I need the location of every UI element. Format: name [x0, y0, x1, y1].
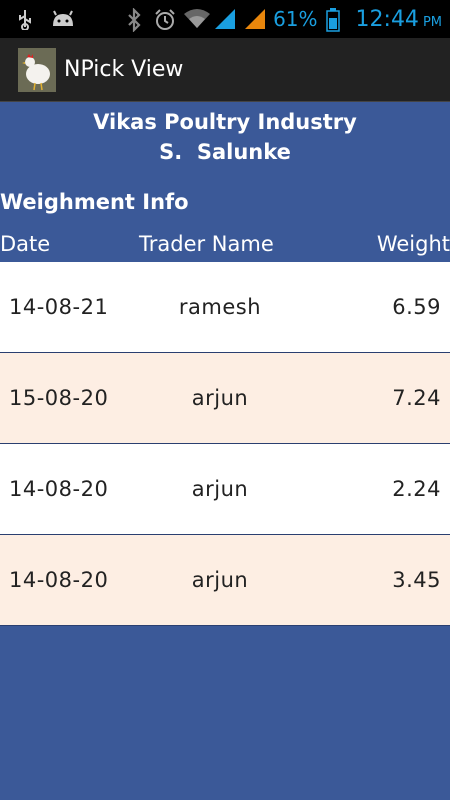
status-bar: 61% 12:44 PM: [0, 0, 450, 38]
cell-weight: 6.59: [392, 295, 441, 319]
clock-time: 12:44: [355, 6, 419, 32]
section-title: Weighment Info: [0, 190, 189, 214]
signal-icon: [213, 8, 236, 30]
column-header-date: Date: [0, 232, 51, 256]
cell-weight: 2.24: [392, 477, 441, 501]
cell-weight: 7.24: [392, 386, 441, 410]
table-row[interactable]: 14-08-20 arjun 2.24: [0, 444, 450, 535]
alarm-icon: [153, 8, 175, 30]
bluetooth-icon: [123, 7, 145, 33]
app-title: NPick View: [64, 57, 184, 82]
table-row[interactable]: 15-08-20 arjun 7.24: [0, 353, 450, 444]
usb-icon: [14, 8, 36, 31]
cell-trader: arjun: [191, 477, 249, 501]
status-notifications: [14, 8, 73, 31]
header-block: Vikas Poultry Industry S. Salunke: [0, 102, 450, 168]
status-indicators: 61% 12:44 PM: [123, 4, 442, 34]
column-header-trader: Trader Name: [139, 232, 274, 256]
company-name: Vikas Poultry Industry: [93, 110, 357, 134]
cell-weight: 3.45: [392, 568, 441, 592]
signal-roaming-icon: [243, 8, 266, 30]
battery-icon: [325, 8, 348, 32]
android-icon: [50, 8, 73, 30]
table-row[interactable]: 14-08-20 arjun 3.45: [0, 535, 450, 626]
table-header: Date Trader Name Weight: [0, 232, 450, 262]
cell-trader: ramesh: [178, 295, 262, 319]
cell-trader: arjun: [191, 568, 249, 592]
wifi-icon: [183, 8, 211, 30]
table-row[interactable]: 14-08-21 ramesh 6.59: [0, 262, 450, 353]
cell-trader: arjun: [191, 386, 249, 410]
app-logo-icon[interactable]: [18, 47, 56, 92]
clock-ampm: PM: [422, 14, 442, 30]
action-bar: NPick View: [0, 38, 450, 102]
battery-percent: 61%: [273, 7, 318, 31]
owner-name: S. Salunke: [159, 140, 291, 164]
column-header-weight: Weight: [376, 232, 450, 256]
weighment-table: 14-08-21 ramesh 6.59 15-08-20 arjun 7.24…: [0, 262, 450, 626]
